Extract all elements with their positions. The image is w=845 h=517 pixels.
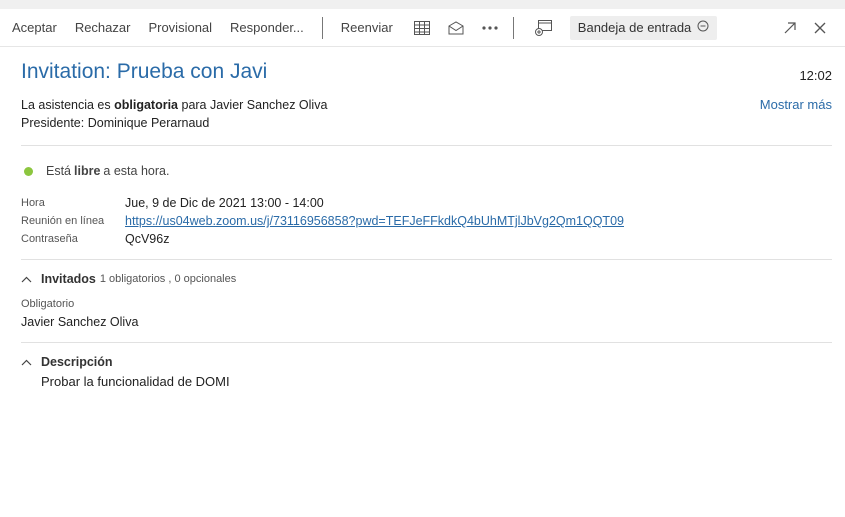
toolbar-separator [321,16,323,39]
reject-button[interactable]: Rechazar [75,20,131,35]
detail-row-password: Contraseña QcV96z [21,230,832,248]
required-attendee: Javier Sanchez Oliva [21,315,139,329]
forward-button[interactable]: Reenviar [341,20,393,35]
toolbar: Aceptar Rechazar Provisional Responder..… [0,9,845,47]
description-section-header[interactable]: Descripción [21,355,832,369]
show-more-link[interactable]: Mostrar más [760,96,832,114]
chair-name: Dominique Perarnaud [87,116,210,130]
top-strip [0,0,845,9]
detail-label: Hora [21,197,45,209]
more-options-icon[interactable] [479,17,501,39]
pop-out-icon[interactable] [779,17,801,39]
attendance-info: La asistencia es obligatoria para Javier… [21,96,832,132]
attendance-required: obligatoria [114,98,179,112]
chevron-up-icon[interactable] [21,359,33,366]
chair-label: Presidente: [21,116,88,130]
availability-suffix: a esta hora. [103,164,170,178]
required-label: Obligatorio [21,298,75,310]
tentative-button[interactable]: Provisional [148,20,212,35]
attendance-suffix: para Javier Sanchez Oliva [178,98,328,112]
description-heading: Descripción [41,355,113,369]
reply-button[interactable]: Responder... [230,20,304,35]
meeting-details: Hora Jue, 9 de Dic de 2021 13:00 - 14:00… [21,194,832,248]
detail-value: Jue, 9 de Dic de 2021 13:00 - 14:00 [125,196,324,210]
description-text: Probar la funcionalidad de DOMI [41,374,230,389]
folder-name: Bandeja de entrada [577,20,692,35]
detail-label: Contraseña [21,233,78,245]
close-icon[interactable] [809,17,831,39]
invitees-section-header[interactable]: Invitados 1 obligatorios , 0 opcionales [21,272,832,286]
toolbar-separator-2 [512,16,514,39]
divider [21,145,832,146]
invitees-summary: 1 obligatorios , 0 opcionales [99,273,237,285]
message-time: 12:02 [799,68,832,83]
detail-value: QcV96z [125,232,170,246]
attendance-line: La asistencia es obligatoria para Javier… [21,96,832,114]
invitees-heading: Invitados [41,272,96,286]
detail-label: Reunión en línea [21,215,105,227]
free-status-dot-icon [24,166,33,176]
divider [21,342,832,343]
availability-prefix: Está [46,164,72,178]
chair-line: Presidente: Dominique Perarnaud [21,114,832,132]
remove-circle-icon[interactable] [697,20,709,35]
accept-button[interactable]: Aceptar [12,20,57,35]
divider [21,259,832,260]
chevron-up-icon[interactable] [21,276,33,283]
reading-pane: Invitation: Prueba con Javi 12:02 La asi… [0,60,845,389]
title-row: Invitation: Prueba con Javi 12:02 [21,60,832,88]
availability-free: libre [74,164,101,178]
availability-status: Está libre a esta hora. [21,164,832,178]
message-title: Invitation: Prueba con Javi [21,60,268,83]
detail-row-meeting-link: Reunión en línea https://us04web.zoom.us… [21,212,832,230]
open-envelope-icon[interactable] [445,17,467,39]
detail-row-time: Hora Jue, 9 de Dic de 2021 13:00 - 14:00 [21,194,832,212]
meeting-link[interactable]: https://us04web.zoom.us/j/73116956858?pw… [125,214,624,228]
folder-badge[interactable]: Bandeja de entrada [569,15,718,40]
attendance-prefix: La asistencia es [21,98,115,112]
calendar-grid-icon[interactable] [411,17,433,39]
move-to-folder-icon[interactable] [532,17,554,39]
